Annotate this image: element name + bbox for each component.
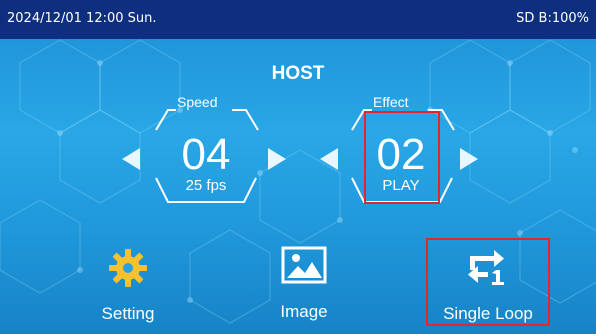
single-loop-label: Single Loop: [443, 304, 533, 323]
effect-increase-button[interactable]: [458, 146, 480, 172]
effect-decrease-button[interactable]: [318, 146, 340, 172]
page-title: HOST: [271, 63, 325, 84]
player-screen: 2024/12/01 12:00 Sun. SD B:100% HOST Spe…: [0, 0, 596, 334]
speed-decrease-button[interactable]: [120, 146, 142, 172]
speed-label: Speed: [177, 94, 218, 110]
single-loop-icon: [468, 250, 504, 285]
setting-label: Setting: [101, 304, 155, 323]
image-label: Image: [280, 302, 328, 321]
setting-button[interactable]: Setting: [58, 244, 198, 324]
image-icon: [281, 246, 327, 284]
single-loop-button[interactable]: Single Loop: [426, 238, 550, 326]
speed-value: 04: [181, 130, 231, 179]
effect-label: Effect: [373, 94, 409, 110]
gear-icon: [109, 249, 147, 287]
speed-increase-button[interactable]: [266, 146, 288, 172]
effect-highlight-box[interactable]: [364, 111, 440, 204]
status-bar: 2024/12/01 12:00 Sun. SD B:100%: [0, 0, 596, 39]
image-button[interactable]: Image: [234, 244, 374, 324]
datetime-text: 2024/12/01 12:00 Sun.: [7, 11, 157, 26]
storage-status: SD B:100%: [516, 11, 589, 26]
speed-fps-text: 25 fps: [185, 177, 227, 194]
